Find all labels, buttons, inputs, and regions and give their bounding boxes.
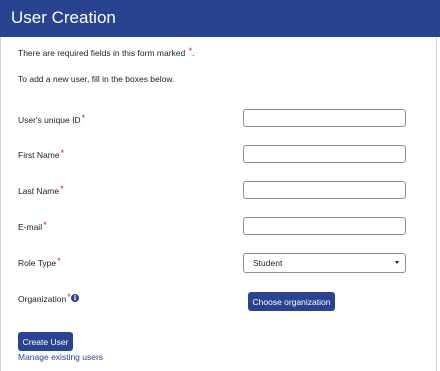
- manage-existing-users-link[interactable]: Manage existing users: [18, 352, 103, 362]
- instructions-text: To add a new user, fill in the boxes bel…: [18, 74, 175, 84]
- required-marker: *: [57, 256, 61, 266]
- last-name-label: Last Name*: [18, 184, 64, 196]
- first-name-label: First Name*: [18, 148, 65, 160]
- required-period: .: [192, 48, 195, 58]
- email-input[interactable]: [243, 217, 406, 235]
- role-type-label: Role Type*: [18, 256, 61, 268]
- unique-id-input[interactable]: [243, 109, 406, 127]
- required-fields-note: There are required fields in this form m…: [18, 46, 195, 58]
- required-marker: *: [43, 220, 47, 230]
- unique-id-label-text: User's unique ID: [18, 115, 81, 125]
- unique-id-label: User's unique ID*: [18, 113, 86, 125]
- create-user-button[interactable]: Create User: [18, 332, 73, 351]
- first-name-input[interactable]: [243, 145, 406, 163]
- page-title: User Creation: [11, 8, 116, 27]
- required-marker: *: [60, 148, 65, 158]
- required-marker: *: [81, 113, 86, 123]
- role-type-select[interactable]: Student: [243, 253, 406, 273]
- required-marker: *: [188, 46, 193, 56]
- required-marker: *: [60, 184, 64, 194]
- choose-organization-button[interactable]: Choose organization: [248, 292, 335, 311]
- required-fields-text: There are required fields in this form m…: [18, 48, 186, 58]
- email-label: E-mail*: [18, 220, 47, 232]
- form-panel: [0, 37, 437, 371]
- last-name-input[interactable]: [243, 181, 406, 199]
- page-header: User Creation: [0, 0, 440, 37]
- organization-label: Organization*: [18, 292, 71, 304]
- chevron-down-icon: [395, 261, 399, 264]
- info-icon[interactable]: i: [71, 294, 79, 302]
- email-label-text: E-mail: [18, 222, 43, 232]
- organization-label-text: Organization: [18, 294, 67, 304]
- role-type-label-text: Role Type: [18, 258, 57, 268]
- role-type-selected-value: Student: [253, 258, 283, 268]
- first-name-label-text: First Name: [18, 150, 60, 160]
- last-name-label-text: Last Name: [18, 186, 60, 196]
